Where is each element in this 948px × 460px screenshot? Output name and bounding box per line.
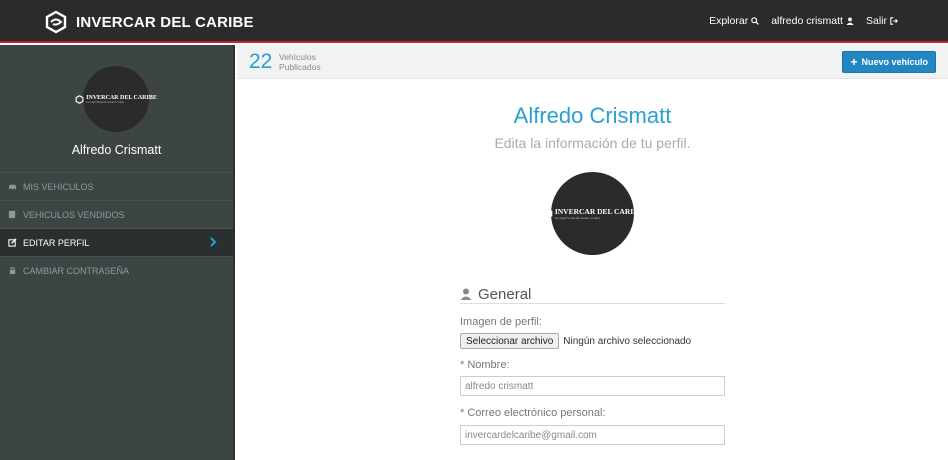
sidebar-item-mis-vehiculos[interactable]: MIS VEHICULOS [0, 172, 233, 200]
sidebar-item-label: CAMBIAR CONTRASEÑA [23, 265, 130, 276]
count-label-line2: Publicados [279, 62, 321, 72]
search-icon [751, 17, 760, 25]
profile-subtitle: Edita la información de tu perfil. [494, 135, 691, 151]
brand-name: INVERCAR DEL CARIBE [76, 13, 254, 31]
general-section-header: General [460, 285, 725, 304]
section-title: General [478, 285, 532, 303]
user-menu-label: alfredo crismatt [771, 15, 843, 27]
profile-logo-text: INVERCAR DEL CARIBE [554, 207, 644, 216]
brand-emblem-icon [45, 10, 67, 34]
top-navbar: INVERCAR DEL CARIBE Explorar alfredo cri… [0, 0, 948, 43]
profile-logo-tagline: La mejor forma de vender tu carro [554, 216, 601, 220]
avatar-logo-tagline: La mejor forma de vender tu carro [86, 100, 124, 104]
profile-image-label: Imagen de perfil: [460, 316, 542, 328]
brand-emblem-icon [542, 208, 553, 219]
sidebar-menu: MIS VEHICULOS VEHICULOS VENDIDOS EDITAR … [0, 172, 233, 284]
user-icon [460, 288, 472, 300]
email-label: * Correo electrónico personal: [460, 407, 606, 419]
book-icon [8, 210, 16, 219]
explore-link[interactable]: Explorar [709, 15, 760, 27]
sidebar-item-label: EDITAR PERFIL [23, 237, 90, 248]
profile-title: Alfredo Crismatt [513, 103, 672, 128]
new-vehicle-label: Nuevo vehículo [861, 57, 928, 67]
edit-icon [8, 238, 17, 247]
name-label: * Nombre: [460, 359, 510, 371]
sidebar-avatar: INVERCAR DEL CARIBE La mejor forma de ve… [75, 66, 157, 132]
email-input[interactable] [460, 425, 725, 445]
brand-logo[interactable]: INVERCAR DEL CARIBE [44, 10, 254, 34]
profile-avatar-logo: INVERCAR DEL CARIBE La mejor forma de ve… [542, 207, 643, 220]
select-file-button[interactable]: Seleccionar archivo [460, 333, 560, 349]
sign-out-icon [890, 17, 898, 25]
sidebar-item-label: MIS VEHICULOS [23, 181, 94, 192]
sidebar: INVERCAR DEL CARIBE La mejor forma de ve… [0, 45, 235, 460]
explore-label: Explorar [709, 15, 749, 27]
sidebar-item-vehiculos-vendidos[interactable]: VEHICULOS VENDIDOS [0, 200, 233, 228]
lock-icon [9, 267, 16, 275]
count-label-line1: Vehículos [279, 52, 316, 62]
car-icon [8, 184, 17, 191]
main-content: Alfredo Crismatt Edita la información de… [237, 80, 948, 460]
plus-icon: + [850, 55, 858, 69]
brand-emblem-icon [75, 94, 84, 104]
name-input[interactable] [460, 376, 725, 396]
sidebar-item-editar-perfil[interactable]: EDITAR PERFIL [0, 228, 233, 256]
sidebar-item-cambiar-contrasena[interactable]: CAMBIAR CONTRASEÑA [0, 256, 233, 284]
user-menu-link[interactable]: alfredo crismatt [771, 15, 854, 27]
new-vehicle-button[interactable]: + Nuevo vehículo [842, 51, 936, 73]
file-status: Ningún archivo seleccionado [563, 335, 692, 347]
user-icon [846, 17, 854, 25]
avatar-logo: INVERCAR DEL CARIBE La mejor forma de ve… [75, 95, 157, 104]
vehicles-summary-bar: 22 Vehículos Publicados + Nuevo vehículo [237, 45, 948, 79]
vehicle-count: 22 [249, 50, 273, 73]
chevron-right-icon [210, 237, 217, 247]
profile-image-upload: Seleccionar archivo Ningún archivo selec… [460, 333, 691, 349]
sidebar-user-name: Alfredo Crismatt [71, 143, 162, 157]
profile-avatar: INVERCAR DEL CARIBE La mejor forma de ve… [542, 172, 643, 255]
sidebar-item-label: VEHICULOS VENDIDOS [23, 209, 125, 220]
logout-label: Salir [865, 15, 887, 27]
top-nav-links: Explorar alfredo crismatt Salir [697, 15, 898, 27]
logout-link[interactable]: Salir [866, 15, 898, 27]
vehicle-count-label: Vehículos Publicados [279, 52, 321, 72]
